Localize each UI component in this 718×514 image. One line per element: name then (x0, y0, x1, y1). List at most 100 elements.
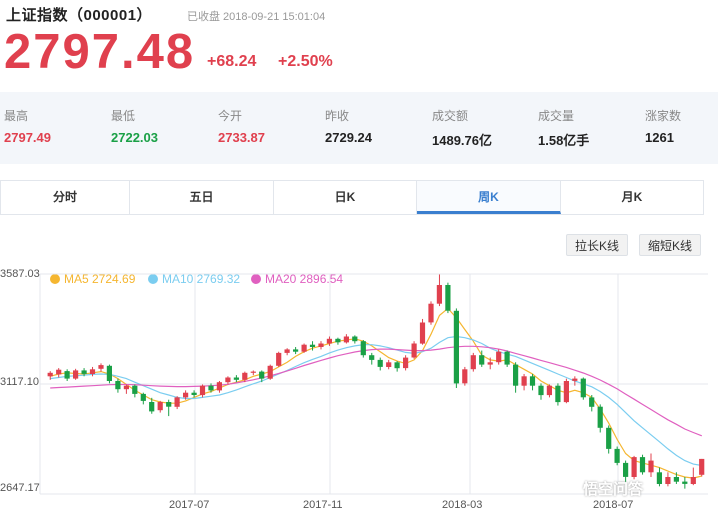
candle-body (453, 310, 459, 384)
candle-body (597, 406, 603, 428)
tab-intraday[interactable]: 分时 (1, 181, 130, 214)
candle-body (81, 370, 87, 374)
candle (301, 343, 307, 353)
candle-body (267, 365, 273, 379)
candle-body (140, 393, 146, 401)
candle (250, 370, 256, 376)
period-tabs: 分时 五日 日K 周K 月K (0, 180, 704, 215)
candle-body (242, 372, 248, 380)
stat-advancers: 涨家数 1261 (645, 107, 681, 145)
candle (293, 347, 299, 355)
watermark: 悟空问答 (583, 481, 644, 498)
shorten-candles-button[interactable]: 缩短K线 (639, 234, 702, 256)
candle (360, 340, 366, 358)
lengthen-candles-button[interactable]: 拉长K线 (566, 234, 629, 256)
candle (335, 337, 341, 345)
candle-body (293, 349, 299, 352)
stat-open: 今开 2733.87 (218, 107, 265, 145)
candle (157, 400, 163, 413)
stat-label: 涨家数 (645, 109, 682, 123)
candle (174, 396, 180, 410)
tab-five-day[interactable]: 五日 (130, 181, 274, 214)
ma20-line (50, 345, 703, 437)
kline-chart[interactable] (0, 258, 718, 514)
candle (140, 392, 146, 405)
candle-body (445, 285, 451, 311)
candle-body (73, 370, 79, 379)
candle (606, 425, 612, 454)
candle-body (462, 369, 468, 384)
candle-body (623, 462, 629, 477)
candle (580, 377, 586, 400)
candle-body (690, 477, 696, 484)
candle-body (98, 365, 104, 369)
candle (436, 274, 442, 307)
stat-label: 成交量 (538, 109, 575, 123)
stat-high: 最高 2797.49 (4, 107, 51, 145)
candle (699, 458, 705, 477)
candle (682, 476, 688, 489)
candle (352, 335, 358, 344)
candle (115, 378, 121, 393)
candle (199, 384, 206, 398)
x-tick: 2017-07 (169, 499, 210, 511)
ma5-line (50, 307, 702, 479)
candle (521, 373, 527, 391)
stats-panel: 最高 2797.49 最低 2722.03 今开 2733.87 昨收 2729… (0, 92, 718, 164)
candle (123, 384, 129, 394)
tab-daily-k[interactable]: 日K (274, 181, 417, 214)
candle (166, 399, 172, 417)
candle (419, 318, 426, 345)
candle (546, 384, 552, 398)
candle (216, 380, 222, 393)
stat-turnover: 成交额 1489.76亿 (432, 107, 492, 149)
candle-body (656, 472, 662, 484)
candle-body (504, 351, 510, 365)
candle (563, 378, 569, 404)
stat-label: 今开 (218, 109, 243, 123)
candle (614, 446, 620, 466)
candle (284, 348, 290, 356)
candle (690, 467, 696, 486)
candle (56, 368, 62, 378)
candle (665, 472, 671, 487)
price-change: +68.24 (207, 53, 257, 70)
candle-body (699, 458, 705, 475)
candle-body (563, 381, 569, 403)
candle-body (487, 362, 493, 365)
ma10-line (50, 335, 702, 467)
candle-body (183, 392, 189, 398)
tab-weekly-k[interactable]: 周K (417, 181, 561, 214)
tab-monthly-k[interactable]: 月K (561, 181, 703, 214)
candle (656, 467, 662, 487)
x-tick: 2018-03 (442, 499, 483, 511)
candle-body (521, 376, 527, 386)
y-tick-mid: 3117.10 (0, 376, 39, 388)
candle-body (496, 351, 502, 363)
candle (267, 364, 273, 380)
candle-body (589, 397, 595, 407)
stat-value: 2797.49 (4, 130, 51, 145)
candle-body (132, 385, 138, 394)
candle-body (309, 344, 316, 347)
stat-label: 最低 (111, 109, 136, 123)
candle-body (233, 377, 239, 380)
candle (504, 350, 510, 367)
candle (225, 376, 231, 385)
candle-body (580, 378, 586, 398)
candle-body (682, 481, 688, 484)
x-tick: 2017-11 (303, 499, 343, 511)
stat-value: 1489.76亿 (432, 133, 492, 148)
candle-body (631, 457, 637, 477)
candle-body (470, 355, 476, 370)
candle-body (546, 385, 552, 396)
candle-body (538, 385, 544, 396)
candle (648, 453, 654, 477)
candle-body (47, 372, 53, 377)
price-change-percent: +2.50% (278, 53, 333, 70)
current-price: 2797.48 (4, 25, 196, 79)
candle (462, 366, 468, 386)
candle (428, 301, 434, 325)
candle (132, 384, 138, 398)
candle (98, 363, 104, 372)
